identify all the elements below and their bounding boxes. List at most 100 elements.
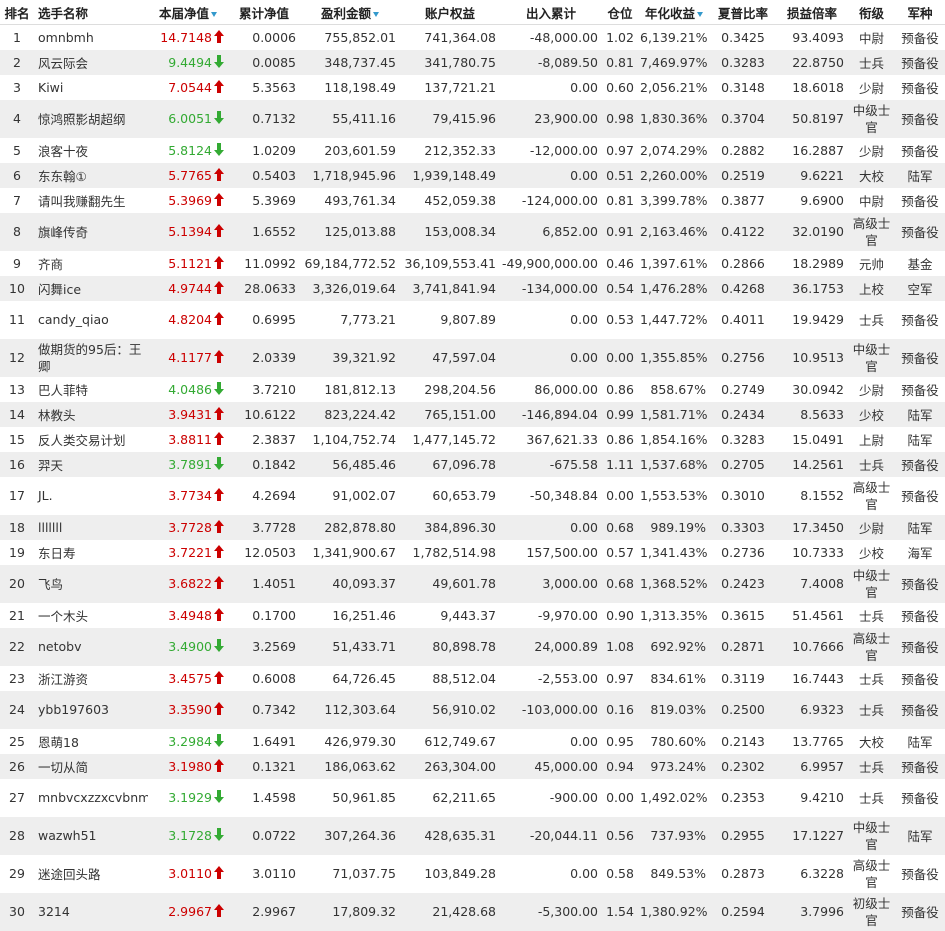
player-name[interactable]: 浙江游资	[34, 666, 148, 691]
player-name[interactable]: omnbmh	[34, 25, 148, 50]
equity-cell: 79,415.96	[400, 99, 500, 138]
player-name[interactable]: Kiwi	[34, 75, 148, 100]
player-name[interactable]: 一切从简	[34, 753, 148, 779]
table-row[interactable]: 15 反人类交易计划 3.8811 2.3837 1,104,752.74 1,…	[0, 427, 945, 452]
header-nav[interactable]: 本届净值	[148, 0, 228, 25]
nav-value: 3.7728	[168, 519, 212, 535]
player-name[interactable]: 一个木头	[34, 603, 148, 628]
table-row[interactable]: 24 ybb197603 3.3590 0.7342 112,303.64 56…	[0, 690, 945, 729]
annual-cell: 2,163.46%	[638, 212, 710, 251]
player-name[interactable]: mnbvcxzzxcvbnm	[34, 779, 148, 817]
rank-cell: 11	[9, 312, 25, 327]
player-name[interactable]: netobv	[34, 627, 148, 666]
table-row[interactable]: 1 omnbmh 14.7148 0.0006 755,852.01 741,3…	[0, 25, 945, 50]
table-row[interactable]: 27 mnbvcxzzxcvbnm 3.1929 1.4598 50,961.8…	[0, 779, 945, 817]
table-row[interactable]: 28 wazwh51 3.1728 0.0722 307,264.36 428,…	[0, 816, 945, 855]
table-row[interactable]: 13 巴人菲特 4.0486 3.7210 181,812.13 298,204…	[0, 377, 945, 402]
table-row[interactable]: 3 Kiwi 7.0544 5.3563 118,198.49 137,721.…	[0, 75, 945, 100]
rank-cell: 25	[9, 733, 25, 749]
player-name[interactable]: 浪客十夜	[34, 138, 148, 163]
player-name[interactable]: wazwh51	[34, 816, 148, 855]
nav-cell: 3.0110	[148, 855, 228, 893]
position-cell: 0.46	[606, 255, 634, 271]
table-row[interactable]: 20 飞鸟 3.6822 1.4051 40,093.37 49,601.78 …	[0, 564, 945, 603]
sort-desc-icon[interactable]	[697, 11, 703, 17]
equity-cell: 384,896.30	[400, 514, 500, 540]
player-name[interactable]: 反人类交易计划	[34, 427, 148, 452]
table-row[interactable]: 29 迷途回头路 3.0110 3.0110 71,037.75 103,849…	[0, 855, 945, 893]
position-cell: 0.54	[602, 275, 638, 301]
table-row[interactable]: 23 浙江游资 3.4575 0.6008 64,726.45 88,512.0…	[0, 666, 945, 691]
sort-desc-icon[interactable]	[211, 11, 217, 17]
table-row[interactable]: 5 浪客十夜 5.8124 1.0209 203,601.59 212,352.…	[0, 138, 945, 163]
table-row[interactable]: 11 candy_qiao 4.8204 0.6995 7,773.21 9,8…	[0, 301, 945, 339]
table-row[interactable]: 30 3214 2.9967 2.9967 17,809.32 21,428.6…	[0, 892, 945, 931]
pl-ratio-cell: 16.7443	[792, 670, 844, 686]
player-name[interactable]: 东东翰①	[34, 162, 148, 188]
player-name[interactable]: 齐商	[34, 251, 148, 276]
rank-title-cell: 少尉	[858, 143, 884, 159]
annual-cell: 3,399.78%	[640, 192, 708, 208]
player-name[interactable]: 迷途回头路	[34, 855, 148, 893]
table-row[interactable]: 16 羿天 3.7891 0.1842 56,485.46 67,096.78 …	[0, 451, 945, 477]
rank-cell: 17	[9, 488, 25, 503]
table-row[interactable]: 21 一个木头 3.4948 0.1700 16,251.46 9,443.37…	[0, 603, 945, 628]
sharpe-cell: 0.2873	[721, 866, 765, 881]
equity-cell: 60,653.79	[432, 488, 496, 503]
sharpe-cell: 0.3283	[721, 431, 765, 447]
table-row[interactable]: 2 风云际会 9.4494 0.0085 348,737.45 341,780.…	[0, 49, 945, 75]
player-name[interactable]: 请叫我赚翻先生	[34, 188, 148, 213]
player-name[interactable]: 做期货的95后：王卿	[34, 338, 148, 377]
annual-cell: 692.92%	[638, 627, 710, 666]
table-row[interactable]: 8 旗峰传奇 5.1394 1.6552 125,013.88 153,008.…	[0, 212, 945, 251]
table-row[interactable]: 25 恩萌18 3.2984 1.6491 426,979.30 612,749…	[0, 729, 945, 754]
player-name[interactable]: 东日寿	[34, 540, 148, 565]
arrow-down-icon	[214, 142, 224, 156]
pl-ratio-cell: 32.0190	[776, 212, 848, 251]
table-row[interactable]: 12 做期货的95后：王卿 4.1177 2.0339 39,321.92 47…	[0, 338, 945, 377]
equity-cell: 47,597.04	[400, 338, 500, 377]
nav-value: 4.1177	[168, 350, 212, 365]
player-name[interactable]: 风云际会	[34, 49, 148, 75]
header-profit[interactable]: 盈利金额	[300, 0, 400, 25]
player-name[interactable]: 闪舞ice	[34, 275, 148, 301]
player-name[interactable]: ybb197603	[34, 690, 148, 729]
pl-ratio-cell: 10.9513	[776, 338, 848, 377]
player-name[interactable]: 惊鸿照影胡超纲	[34, 99, 148, 138]
table-row[interactable]: 10 闪舞ice 4.9744 28.0633 3,326,019.64 3,7…	[0, 275, 945, 301]
player-name[interactable]: 3214	[34, 892, 148, 931]
player-name[interactable]: JL.	[34, 477, 148, 515]
player-name[interactable]: lllllll	[34, 514, 148, 540]
inout-cell: 0.00	[500, 514, 602, 540]
player-name[interactable]: 羿天	[34, 451, 148, 477]
pl-ratio-cell: 6.3228	[800, 866, 844, 881]
header-position: 仓位	[602, 0, 638, 25]
header-name: 选手名称	[34, 0, 148, 25]
player-name[interactable]: 巴人菲特	[34, 377, 148, 402]
player-name[interactable]: 林教头	[34, 401, 148, 427]
nav-value: 3.6822	[168, 576, 212, 591]
table-row[interactable]: 9 齐商 5.1121 11.0992 69,184,772.52 36,109…	[0, 251, 945, 276]
player-name[interactable]: 飞鸟	[34, 564, 148, 603]
sort-desc-icon[interactable]	[373, 11, 379, 17]
profit-cell: 118,198.49	[324, 79, 396, 95]
nav-cell: 2.9967	[148, 892, 228, 931]
table-row[interactable]: 19 东日寿 3.7221 12.0503 1,341,900.67 1,782…	[0, 540, 945, 565]
table-row[interactable]: 22 netobv 3.4900 3.2569 51,433.71 80,898…	[0, 627, 945, 666]
table-row[interactable]: 14 林教头 3.9431 10.6122 823,224.42 765,151…	[0, 401, 945, 427]
profit-cell: 91,002.07	[332, 488, 396, 503]
header-annual[interactable]: 年化收益	[638, 0, 710, 25]
table-row[interactable]: 17 JL. 3.7734 4.2694 91,002.07 60,653.79…	[0, 477, 945, 515]
pl-ratio-cell: 9.6221	[776, 162, 848, 188]
table-row[interactable]: 6 东东翰① 5.7765 0.5403 1,718,945.96 1,939,…	[0, 162, 945, 188]
branch-cell: 预备役	[895, 49, 945, 75]
player-name[interactable]: candy_qiao	[34, 301, 148, 339]
player-name[interactable]: 旗峰传奇	[34, 212, 148, 251]
nav-value: 7.0544	[168, 79, 212, 95]
player-name[interactable]: 恩萌18	[34, 729, 148, 754]
header-cum-nav: 累计净值	[228, 0, 300, 25]
table-row[interactable]: 26 一切从简 3.1980 0.1321 186,063.62 263,304…	[0, 753, 945, 779]
table-row[interactable]: 4 惊鸿照影胡超纲 6.0051 0.7132 55,411.16 79,415…	[0, 99, 945, 138]
table-row[interactable]: 7 请叫我赚翻先生 5.3969 5.3969 493,761.34 452,0…	[0, 188, 945, 213]
table-row[interactable]: 18 lllllll 3.7728 3.7728 282,878.80 384,…	[0, 514, 945, 540]
